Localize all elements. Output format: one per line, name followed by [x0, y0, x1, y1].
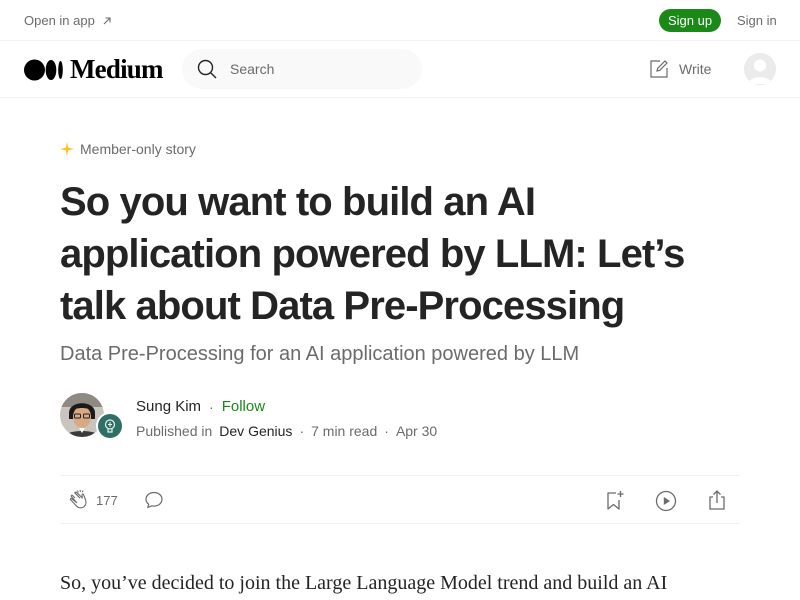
separator-dot: ·: [384, 423, 389, 439]
published-in-label: Published in: [136, 423, 213, 439]
publish-date: Apr 30: [395, 423, 438, 439]
article-title: So you want to build an AI application p…: [60, 180, 685, 328]
search-input[interactable]: [230, 61, 400, 77]
external-arrow-icon: [103, 16, 111, 24]
user-avatar-icon: [744, 53, 776, 85]
medium-logo[interactable]: Medium: [24, 54, 164, 84]
listen-button[interactable]: [654, 489, 678, 518]
write-icon: [650, 60, 668, 78]
separator-dot: ·: [209, 398, 214, 415]
member-only-label: Member-only story: [80, 141, 196, 157]
star-icon: [60, 142, 74, 156]
open-in-app-link[interactable]: Open in app: [24, 13, 113, 28]
author-line: Sung Kim · Follow: [136, 398, 265, 415]
publication-avatar[interactable]: [96, 412, 124, 440]
publication-link[interactable]: Dev Genius: [219, 423, 292, 439]
sign-in-link[interactable]: Sign in: [737, 13, 777, 28]
author-block: Sung Kim · Follow Published in Dev Geniu…: [60, 393, 740, 443]
publication-logo: [98, 414, 122, 438]
member-only-badge: Member-only story: [60, 141, 196, 157]
dev-genius-icon: [104, 419, 116, 433]
share-icon: [709, 490, 725, 510]
separator-dot: ·: [299, 423, 305, 439]
search-icon: [197, 59, 217, 79]
article-meta: Published in Dev Genius · 7 min read · A…: [136, 423, 437, 439]
follow-button[interactable]: Follow: [222, 398, 265, 415]
article-subtitle: Data Pre-Processing for an AI applicatio…: [60, 343, 580, 365]
comment-icon: [145, 491, 163, 509]
main-header: Medium Write: [0, 41, 800, 98]
comment-button[interactable]: [144, 490, 164, 515]
article-body-first-line: So, you’ve decided to join the Large Lan…: [60, 572, 668, 594]
write-button[interactable]: Write: [649, 59, 711, 79]
save-button[interactable]: [604, 489, 626, 516]
read-time: 7 min read: [311, 423, 378, 439]
share-button[interactable]: [707, 489, 727, 516]
sign-up-button[interactable]: Sign up: [659, 9, 721, 32]
article-action-bar: 177: [60, 475, 740, 524]
clap-button[interactable]: 177: [68, 489, 118, 511]
play-icon: [655, 490, 677, 512]
top-banner: Open in app Sign up Sign in: [0, 0, 800, 41]
search-bar[interactable]: [182, 49, 422, 89]
author-name-link[interactable]: Sung Kim: [136, 398, 201, 415]
clap-count: 177: [96, 492, 118, 508]
write-label: Write: [679, 61, 712, 77]
clap-icon: [69, 489, 87, 509]
open-in-app-label: Open in app: [24, 13, 95, 28]
medium-logo-icon: [24, 59, 63, 80]
logo-wordmark: Medium: [70, 54, 164, 84]
bookmark-add-icon: [607, 491, 624, 510]
user-avatar[interactable]: [744, 53, 776, 85]
